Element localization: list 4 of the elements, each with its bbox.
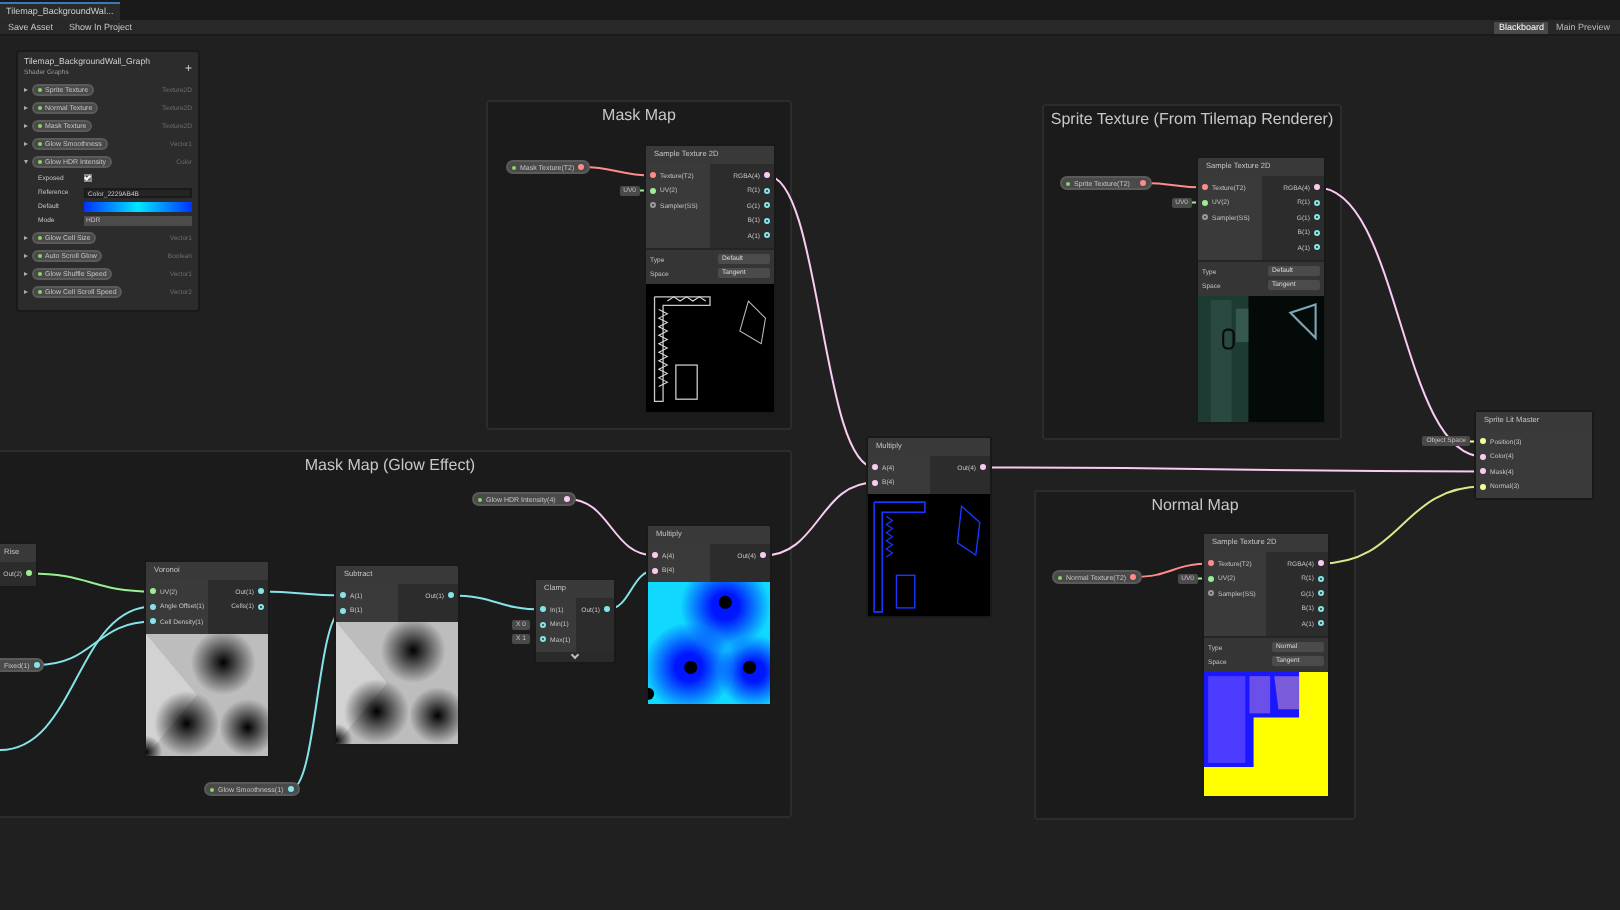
- group-title: Mask Map: [602, 104, 676, 128]
- group-title: Mask Map (Glow Effect): [304, 454, 476, 478]
- group-title: Sprite Texture (From Tilemap Renderer): [1050, 108, 1334, 132]
- group-title: Normal Map: [1151, 494, 1239, 518]
